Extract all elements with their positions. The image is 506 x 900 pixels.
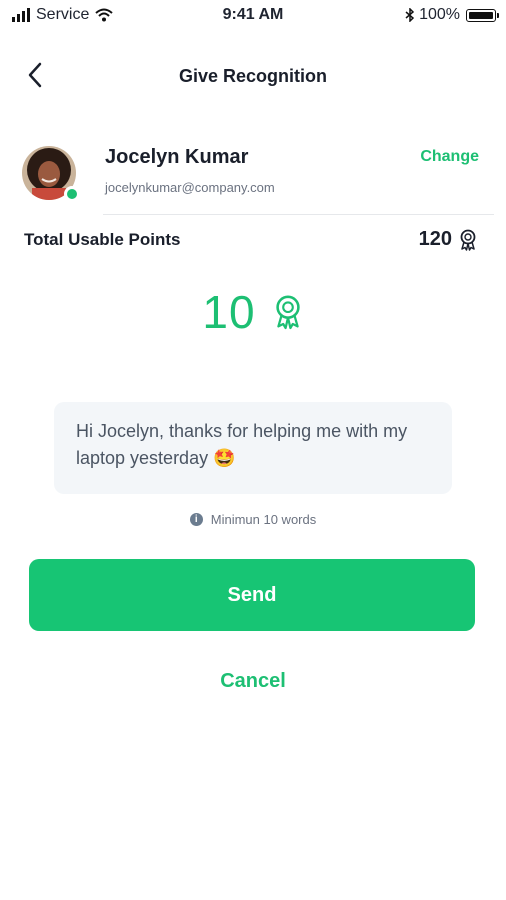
avatar xyxy=(22,146,80,202)
info-icon: i xyxy=(189,513,203,526)
status-bar: Service 9:41 AM 100% xyxy=(0,0,506,32)
total-points: 120 xyxy=(419,228,478,251)
word-count-hint: i Minimun 10 words xyxy=(0,512,506,527)
send-button[interactable]: Send xyxy=(29,559,475,631)
battery-percentage: 100% xyxy=(419,6,460,23)
divider xyxy=(103,214,494,215)
message-input[interactable]: Hi Jocelyn, thanks for helping me with m… xyxy=(54,402,452,494)
hint-text: Minimun 10 words xyxy=(210,512,317,527)
online-status-dot xyxy=(64,186,80,202)
page-title: Give Recognition xyxy=(178,66,328,86)
header: Give Recognition xyxy=(0,50,506,102)
cancel-button[interactable]: Cancel xyxy=(0,670,506,693)
recipient-name: Jocelyn Kumar xyxy=(105,146,249,168)
award-ribbon-icon xyxy=(275,295,300,330)
status-right: 100% xyxy=(405,6,499,24)
award-ribbon-icon xyxy=(460,229,476,251)
change-recipient-button[interactable]: Change xyxy=(420,148,479,166)
total-points-value: 120 xyxy=(418,228,452,250)
bluetooth-icon xyxy=(405,8,415,22)
selected-points-value: 10 xyxy=(202,286,256,338)
total-points-label: Total Usable Points xyxy=(24,230,181,249)
battery-icon xyxy=(466,8,499,22)
recipient-section: Jocelyn Kumar jocelynkumar@company.com C… xyxy=(0,140,506,220)
total-points-row: Total Usable Points 120 xyxy=(0,228,506,258)
selected-points: 10 xyxy=(0,285,506,339)
recipient-email: jocelynkumar@company.com xyxy=(105,180,275,195)
